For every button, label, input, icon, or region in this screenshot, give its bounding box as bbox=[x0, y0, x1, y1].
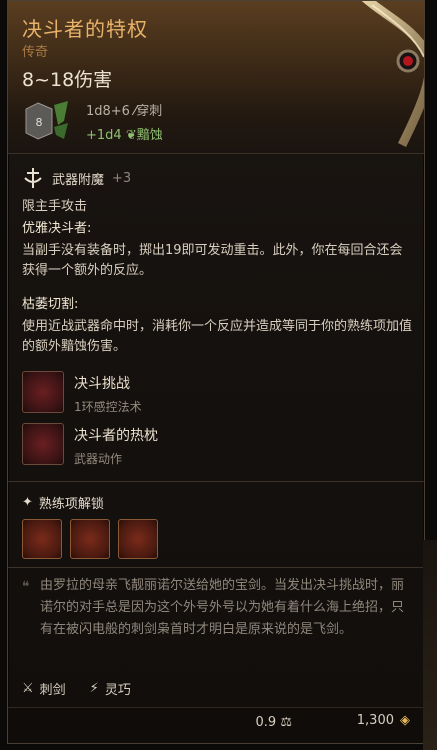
duelist-zeal-icon bbox=[22, 423, 64, 465]
enchant-sword-icon bbox=[24, 168, 42, 188]
proficiency-tiles bbox=[22, 519, 158, 559]
finesse-icon: ⚡ bbox=[89, 681, 99, 696]
weapon-properties: ⚔ 刺剑 ⚡ 灵巧 bbox=[22, 679, 131, 698]
bonus-type: 黯蚀 bbox=[136, 128, 163, 143]
damage-bonus: +1d4 ❦黯蚀 bbox=[86, 124, 163, 143]
enchantment-value: +3 bbox=[112, 170, 132, 186]
enchantment-label: 武器附魔 bbox=[52, 172, 105, 188]
proficiency-action-icon[interactable] bbox=[22, 519, 62, 559]
wither-title: 枯萎切割: bbox=[22, 297, 79, 312]
action-duel-challenge[interactable]: 决斗挑战 1环感控法术 bbox=[22, 371, 142, 415]
item-tooltip: 决斗者的特权 传奇 8~18伤害 8 1d8+6 ⁄穿刺 +1d4 ❦黯蚀 武器… bbox=[7, 0, 425, 744]
graceful-title: 优雅决斗者: bbox=[22, 221, 92, 236]
rapier-icon: ⚔ bbox=[22, 681, 34, 696]
property-label: 灵巧 bbox=[104, 683, 131, 698]
damage-type: 穿刺 bbox=[136, 104, 163, 119]
action-type: 1环感控法术 bbox=[74, 400, 142, 414]
item-weight: 0.9 ⚖ bbox=[256, 715, 292, 730]
damage-bonus-dice: +1d4 bbox=[86, 128, 122, 143]
property-label: 刺剑 bbox=[39, 683, 66, 698]
main-hand-text: 限主手攻击 bbox=[22, 199, 88, 214]
divider bbox=[8, 481, 424, 482]
action-type: 武器动作 bbox=[74, 452, 123, 466]
item-rarity: 传奇 bbox=[22, 45, 49, 60]
d8-die-icon: 8 bbox=[25, 101, 68, 140]
gold-icon: ◈ bbox=[400, 713, 410, 728]
divider bbox=[8, 153, 424, 154]
tooltip-header: 决斗者的特权 传奇 8~18伤害 8 1d8+6 ⁄穿刺 +1d4 ❦黯蚀 bbox=[8, 1, 424, 153]
weight-icon: ⚖ bbox=[280, 715, 292, 730]
damage-range: 8~18伤害 bbox=[22, 69, 113, 91]
action-name: 决斗者的热枕 bbox=[74, 428, 158, 444]
duel-challenge-icon bbox=[22, 371, 64, 413]
die-value: 8 bbox=[36, 116, 43, 129]
damage-main-dice: 1d8+6 bbox=[86, 104, 130, 119]
proficiency-icon: ✦ bbox=[22, 495, 33, 510]
proficiency-header: ✦ 熟练项解锁 bbox=[22, 493, 104, 512]
action-name: 决斗挑战 bbox=[74, 376, 130, 392]
property-finesse: ⚡ 灵巧 bbox=[90, 679, 131, 698]
necrotic-icon: ❦ bbox=[125, 128, 137, 143]
lore-quote-icon: ❝ bbox=[22, 579, 30, 595]
price-value: 1,300 bbox=[356, 713, 394, 728]
wither-text: 使用近战武器命中时，消耗你一个反应并造成等同于你的熟练项加值的额外黯蚀伤害。 bbox=[22, 319, 413, 354]
weight-value: 0.9 bbox=[255, 715, 277, 730]
graceful-text: 当副手没有装备时，掷出19即可发动重击。此外，你在每回合还会获得一个额外的反应。 bbox=[22, 243, 403, 278]
damage-main: 1d8+6 ⁄穿刺 bbox=[86, 100, 162, 119]
background-panel bbox=[423, 540, 437, 750]
proficiency-action-icon[interactable] bbox=[118, 519, 158, 559]
enchantment-row: 武器附魔 +3 bbox=[22, 167, 131, 189]
item-title: 决斗者的特权 bbox=[22, 17, 148, 41]
rapier-art-icon bbox=[361, 1, 424, 148]
lore-text: 由罗拉的母亲飞靓丽诺尔送给她的宝剑。当发出决斗挑战时，丽诺尔的对手总是因为这个外… bbox=[40, 578, 405, 637]
action-duelist-zeal[interactable]: 决斗者的热枕 武器动作 bbox=[22, 423, 158, 467]
item-price: 1,300 ◈ bbox=[357, 713, 410, 728]
proficiency-label: 熟练项解锁 bbox=[38, 497, 104, 512]
divider bbox=[8, 567, 424, 568]
property-rapier: ⚔ 刺剑 bbox=[22, 679, 66, 698]
proficiency-action-icon[interactable] bbox=[70, 519, 110, 559]
